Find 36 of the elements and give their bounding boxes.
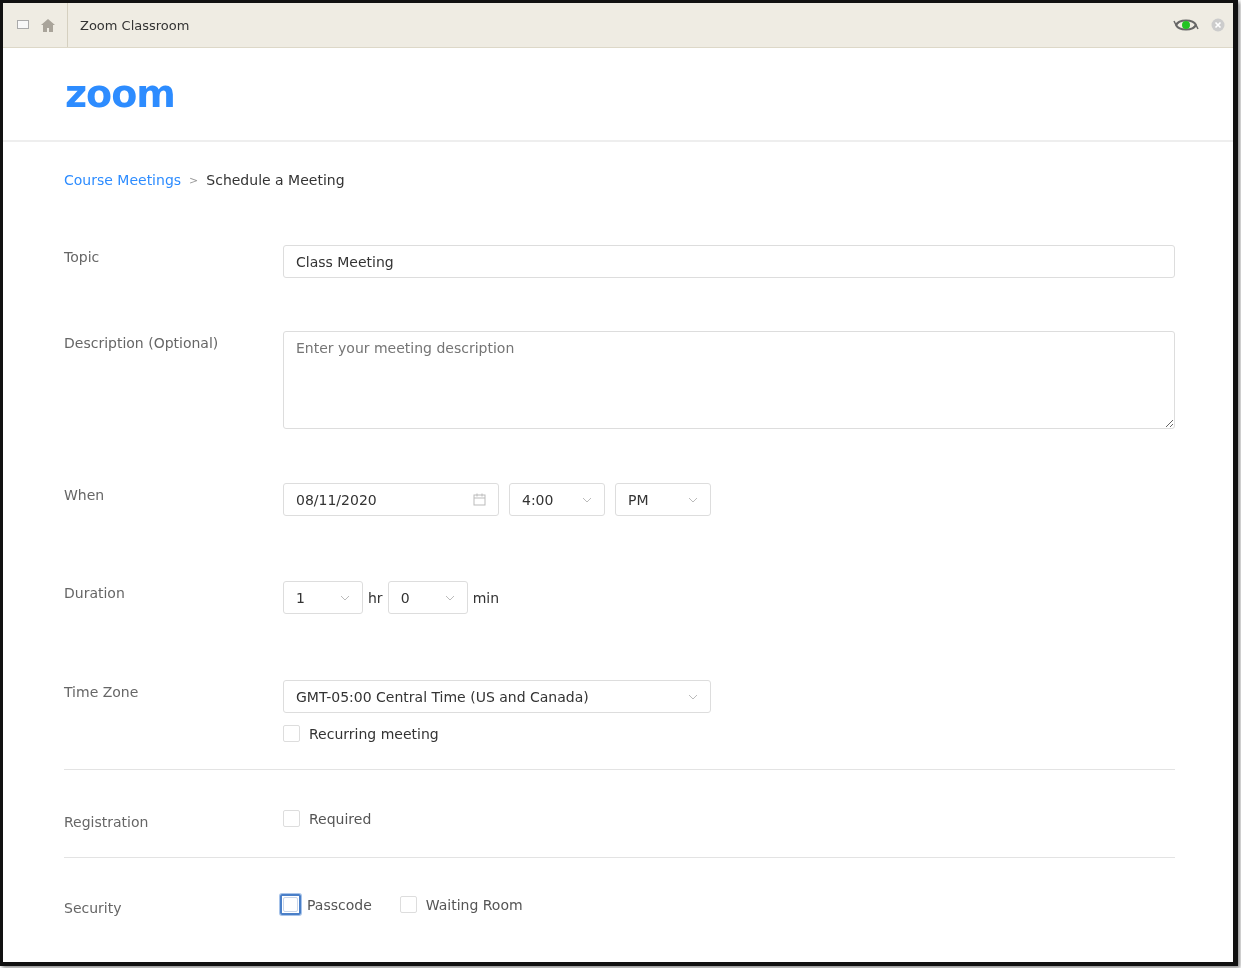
checkbox-option[interactable]: Waiting Room [399,896,523,913]
date-field[interactable]: 08/11/2020 [283,483,499,516]
checkbox[interactable] [283,810,300,827]
unit-label: hr [368,589,383,606]
breadcrumb-separator: > [189,173,199,187]
dropdown[interactable]: 0 [387,581,468,614]
dropdown[interactable]: 4:00 [509,483,605,516]
time-zone-dropdown[interactable]: GMT-05:00 Central Time (US and Canada) [283,680,711,713]
breadcrumb-current: Schedule a Meeting [206,172,345,188]
chevron-down-icon [340,594,350,601]
chevron-down-icon [444,594,455,601]
unit-label: min [472,589,500,606]
checkbox[interactable] [399,896,417,913]
home-icon[interactable] [41,18,55,32]
field-label: Description (Optional) [64,334,220,353]
dropdown[interactable]: PM [615,483,711,516]
chevron-down-icon [582,496,592,503]
dropdown[interactable]: 1 [283,581,363,614]
window-title: Zoom Classroom [67,3,1161,47]
field-label: Duration [64,584,126,603]
checkbox-option[interactable]: Required [283,810,372,827]
checkbox[interactable] [283,725,300,742]
close-icon[interactable] [1211,18,1225,32]
checkbox-option[interactable]: Recurring meeting [283,725,439,742]
calendar-icon [473,493,486,506]
checkbox-option[interactable]: Passcode [283,896,372,913]
field-label: Topic [64,248,101,267]
chevron-down-icon [688,496,698,503]
chevron-down-icon [688,693,698,700]
field-label: Registration [64,813,150,830]
description-field[interactable]: Enter your meeting description [283,331,1175,429]
topic-field[interactable]: Class Meeting [283,245,1175,278]
window-icon[interactable] [17,20,29,30]
field-label: Time Zone [64,683,140,702]
field-label: Security [64,899,123,916]
field-label: When [64,486,106,505]
